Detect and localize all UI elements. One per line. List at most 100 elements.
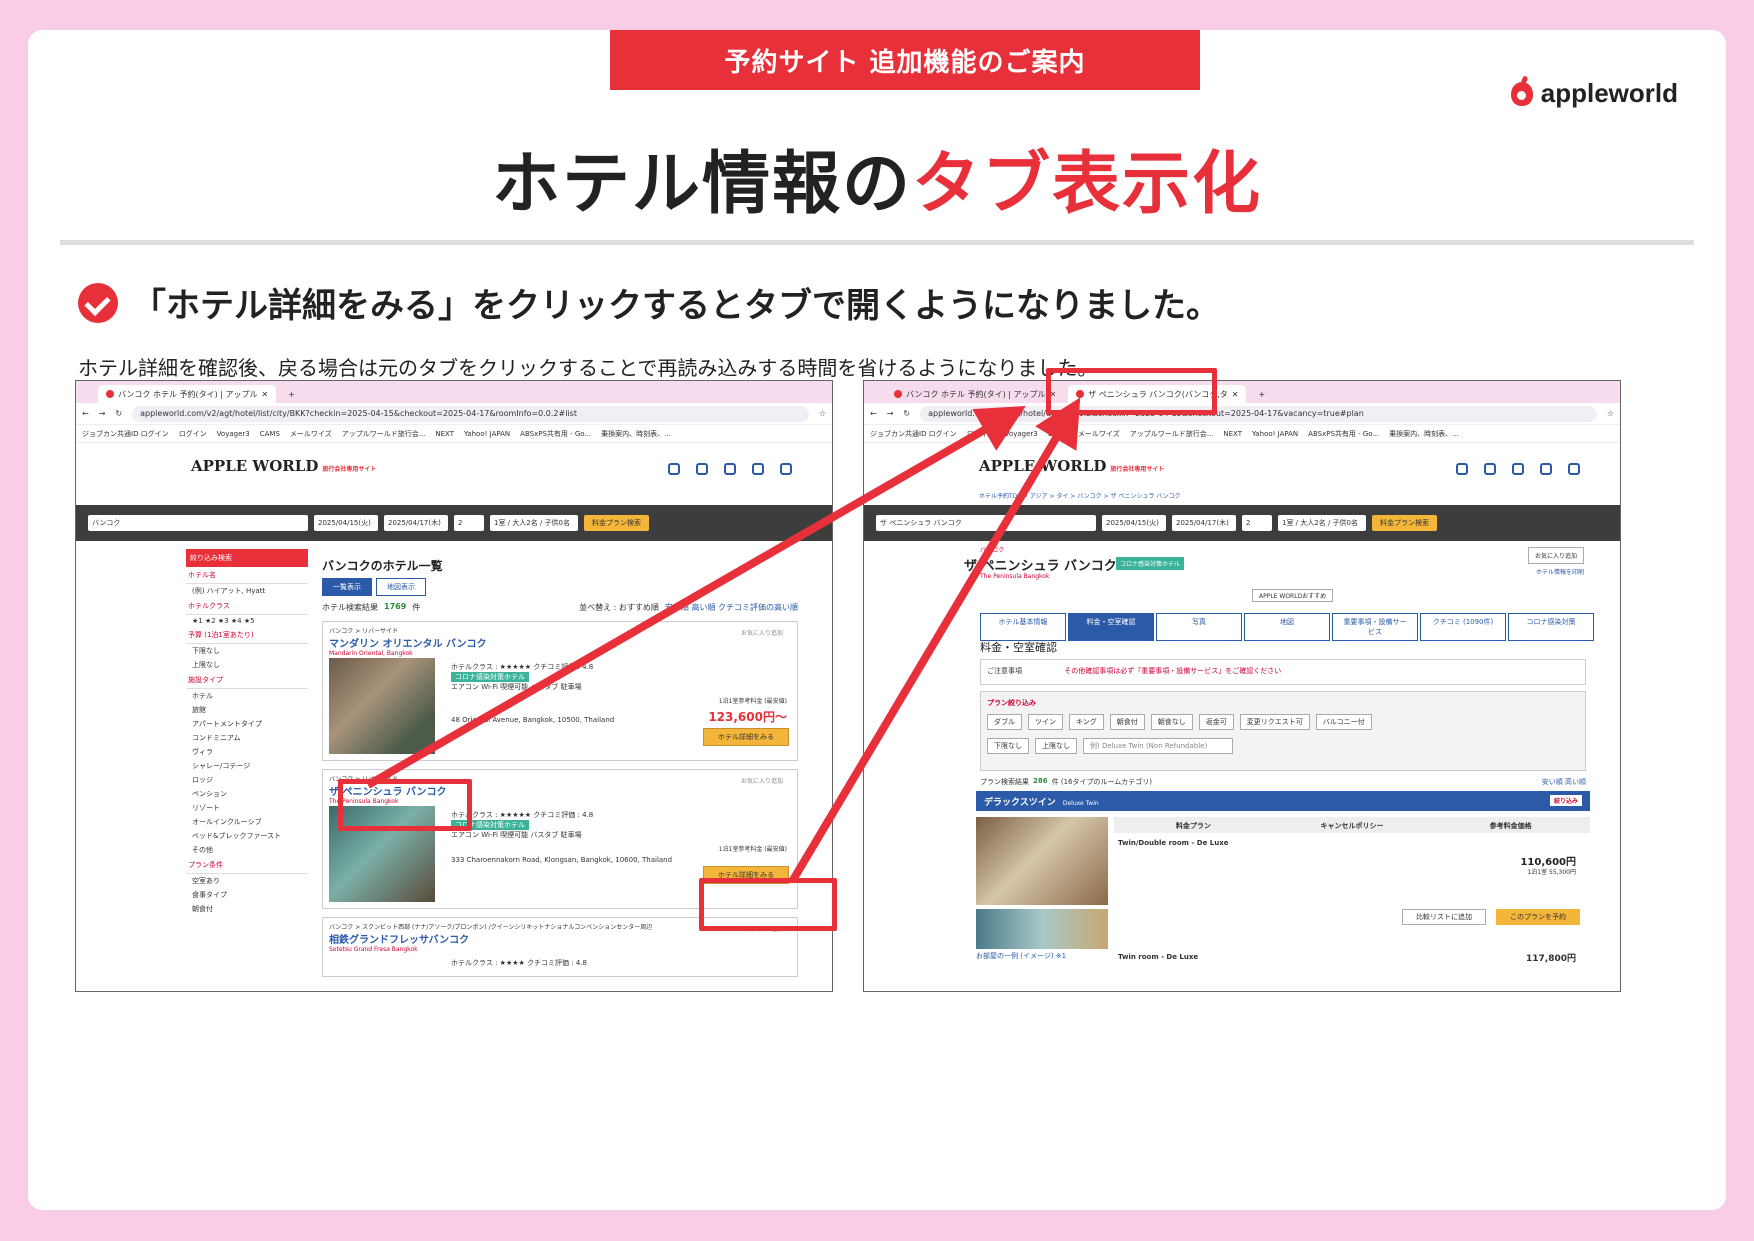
bookmark[interactable]: ログイン	[967, 429, 995, 439]
filter-option[interactable]: ダブル	[987, 714, 1022, 730]
budget-max-select[interactable]: 上限なし	[186, 658, 308, 672]
back-icon[interactable]: ←	[82, 409, 89, 418]
photo-link[interactable]: お部屋の一例 (イメージ) ※1	[976, 951, 1066, 961]
type-option[interactable]: その他	[186, 843, 308, 857]
guests-input[interactable]: 1室 / 大人2名 / 子供0名	[1278, 515, 1366, 531]
heart-icon[interactable]	[696, 463, 708, 475]
filter-option[interactable]: バルコニー付	[1315, 714, 1372, 730]
logout-icon[interactable]	[1568, 463, 1580, 475]
type-option[interactable]: アパートメントタイプ	[186, 717, 308, 731]
search-icon[interactable]	[668, 463, 680, 475]
hotelname-input[interactable]: (例) ハイアット, Hyatt	[186, 584, 308, 598]
plan-option-vacancy[interactable]: 空室あり	[186, 874, 308, 888]
checkout-input[interactable]: 2025/04/17(木)	[1172, 515, 1236, 531]
tab-photos[interactable]: 写真	[1156, 613, 1242, 641]
heart-icon[interactable]	[1484, 463, 1496, 475]
room-filter-button[interactable]: 絞り込み	[1549, 795, 1582, 806]
type-option[interactable]: シャレー/コテージ	[186, 759, 308, 773]
bookmark[interactable]: ABSxPS共有用 - Go...	[520, 429, 591, 439]
guests-input[interactable]: 1室 / 大人2名 / 子供0名	[490, 515, 578, 531]
user-icon[interactable]	[1540, 463, 1552, 475]
close-icon[interactable]: ✕	[262, 390, 269, 399]
checkin-input[interactable]: 2025/04/15(火)	[314, 515, 378, 531]
city-input[interactable]: バンコク	[88, 515, 308, 531]
filter-option[interactable]: 朝食なし	[1150, 714, 1193, 730]
tab-map[interactable]: 地図	[1244, 613, 1330, 641]
bookmark[interactable]: 乗換案内、時刻表、...	[601, 429, 671, 439]
type-option[interactable]: ホテル	[186, 689, 308, 703]
back-icon[interactable]: ←	[870, 409, 877, 418]
url-input[interactable]: appleworld.com/v2/agt/hotel/detail/...0.…	[920, 405, 1597, 422]
logout-icon[interactable]	[780, 463, 792, 475]
plan-search-button[interactable]: 料金プラン検索	[584, 515, 649, 531]
tab-facilities[interactable]: 重要事項・設備サービス	[1332, 613, 1418, 641]
rooms-select[interactable]: 2	[1242, 515, 1272, 531]
tab-rates[interactable]: 料金・空室確認	[1068, 613, 1154, 641]
filter-option[interactable]: 返金可	[1198, 714, 1234, 730]
type-option[interactable]: リゾート	[186, 801, 308, 815]
bookmark[interactable]: メールワイズ	[290, 429, 332, 439]
checkout-input[interactable]: 2025/04/17(木)	[384, 515, 448, 531]
new-tab-button[interactable]: +	[280, 385, 303, 403]
browser-tab-list[interactable]: バンコク ホテル 予約(タイ) | アップル ✕	[98, 385, 277, 403]
filter-option[interactable]: ツイン	[1028, 714, 1063, 730]
hotel-name[interactable]: マンダリン オリエンタル バンコク	[329, 635, 791, 650]
sort-label[interactable]: 並べ替え : おすすめ順	[579, 602, 659, 613]
type-option[interactable]: ヴィラ	[186, 745, 308, 759]
bookmark[interactable]: ジョブカン共通ID ログイン	[82, 429, 169, 439]
hotel-detail-button[interactable]: ホテル詳細をみる	[703, 728, 789, 746]
sort-options[interactable]: 安い順 高い順 クチコミ評価の高い順	[665, 602, 798, 613]
site-logo[interactable]: APPLE WORLD 旅行会社専用サイト	[979, 457, 1164, 475]
forward-icon[interactable]: →	[99, 409, 106, 418]
clipboard-icon[interactable]	[1512, 463, 1524, 475]
filter-option[interactable]: 変更リクエスト可	[1239, 714, 1310, 730]
search-icon[interactable]	[1456, 463, 1468, 475]
bookmark[interactable]: Voyager3	[1005, 430, 1038, 438]
rooms-select[interactable]: 2	[454, 515, 484, 531]
url-input[interactable]: appleworld.com/v2/agt/hotel/list/city/BK…	[132, 405, 809, 422]
budget-min-select[interactable]: 下限なし	[186, 644, 308, 658]
breadcrumb[interactable]: ホテル予約TOP > アジア > タイ > バンコク > ザ ペニンシュラ バン…	[979, 491, 1181, 500]
bookmark[interactable]: NEXT	[435, 430, 454, 438]
type-option[interactable]: ロッジ	[186, 773, 308, 787]
reload-icon[interactable]: ↻	[903, 409, 910, 418]
budget-min-select[interactable]: 下限なし	[987, 738, 1029, 754]
plan-name-input[interactable]: 例) Deluxe Twin (Non Refundable)	[1083, 738, 1233, 754]
bookmark[interactable]: アップルワールド旅行会...	[1130, 429, 1214, 439]
type-option[interactable]: コンドミニアム	[186, 731, 308, 745]
filter-option[interactable]: 朝食付	[1109, 714, 1145, 730]
plan-sort[interactable]: 安い順 高い順	[1542, 777, 1586, 787]
tab-reviews[interactable]: クチコミ (1090件)	[1420, 613, 1506, 641]
bookmark[interactable]: Voyager3	[217, 430, 250, 438]
type-option[interactable]: 旅館	[186, 703, 308, 717]
view-list-button[interactable]: 一覧表示	[322, 578, 372, 596]
bookmark[interactable]: Yahoo! JAPAN	[464, 430, 510, 438]
type-option[interactable]: ペンション	[186, 787, 308, 801]
bookmark[interactable]: ABSxPS共有用 - Go...	[1308, 429, 1379, 439]
hotel-input[interactable]: ザ ペニンシュラ バンコク	[876, 515, 1096, 531]
filter-option[interactable]: キング	[1069, 714, 1104, 730]
browser-tab-list[interactable]: バンコク ホテル 予約(タイ) | アップル ✕	[886, 385, 1064, 403]
bookmark[interactable]: ジョブカン共通ID ログイン	[870, 429, 957, 439]
bookmark[interactable]: CAMS	[260, 430, 280, 438]
bookmark[interactable]: 乗換案内、時刻表、...	[1389, 429, 1459, 439]
plan-search-button[interactable]: 料金プラン検索	[1372, 515, 1437, 531]
clipboard-icon[interactable]	[724, 463, 736, 475]
forward-icon[interactable]: →	[887, 409, 894, 418]
bookmark[interactable]: Yahoo! JAPAN	[1252, 430, 1298, 438]
room-photo-thumbs[interactable]	[976, 909, 1108, 949]
type-option[interactable]: ベッド&ブレックファースト	[186, 829, 308, 843]
favorite-button[interactable]: お気に入り追加	[741, 776, 783, 785]
meal-option[interactable]: 朝食付	[186, 902, 308, 916]
bookmark[interactable]: メールワイズ	[1078, 429, 1120, 439]
hotel-photo[interactable]	[329, 658, 435, 754]
view-map-button[interactable]: 地図表示	[376, 578, 426, 596]
compare-button[interactable]: 比較リストに追加	[1402, 909, 1486, 925]
reserve-button[interactable]: このプランを予約	[1496, 909, 1580, 925]
class-stars[interactable]: ★1 ★2 ★3 ★4 ★5	[186, 615, 308, 627]
hotel-name[interactable]: 相鉄グランドフレッサバンコク	[329, 931, 791, 946]
close-icon[interactable]: ✕	[1232, 390, 1239, 399]
reload-icon[interactable]: ↻	[115, 409, 122, 418]
star-icon[interactable]: ☆	[1607, 409, 1614, 418]
bookmark[interactable]: CAMS	[1048, 430, 1068, 438]
